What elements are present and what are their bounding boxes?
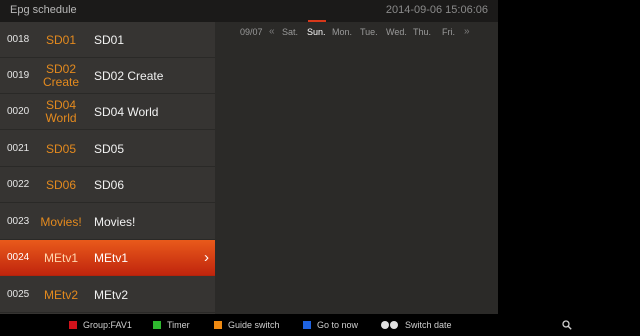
channel-number: 0025	[7, 289, 30, 300]
channel-name: MEtv1	[94, 251, 129, 265]
prev-day-arrow-icon[interactable]: «	[269, 26, 275, 37]
epg-grid: 09/07 « Sat. Sun. Mon. Tue. Wed. Thu. Fr…	[215, 20, 498, 314]
search-icon[interactable]	[562, 320, 572, 330]
channel-short-name: SD02 Create	[42, 62, 80, 89]
epg-screen: Epg schedule 2014-09-06 15:06:06 0018 SD…	[0, 0, 498, 336]
channel-name: MEtv2	[94, 288, 129, 302]
channel-number: 0020	[7, 106, 30, 117]
day-tab-mon[interactable]: Mon.	[332, 27, 352, 37]
channel-row[interactable]: 0020 SD04 World SD04 World	[0, 94, 215, 130]
channel-name: SD05	[94, 142, 125, 156]
legend-blue-label: Go to now	[317, 320, 359, 330]
legend-red-label: Group:FAV1	[83, 320, 132, 330]
channel-number: 0019	[7, 70, 30, 81]
channel-row[interactable]: 0021 SD05 SD05	[0, 131, 215, 167]
datetime-display: 2014-09-06 15:06:06	[385, 4, 488, 16]
date-navigation: 09/07 « Sat. Sun. Mon. Tue. Wed. Thu. Fr…	[215, 22, 498, 42]
letterbox	[498, 0, 640, 336]
channel-name: SD06	[94, 178, 125, 192]
green-key-icon	[153, 321, 161, 329]
channel-name: Movies!	[94, 215, 136, 229]
channel-number: 0023	[7, 216, 30, 227]
channel-short-name: Movies!	[40, 214, 82, 229]
next-day-arrow-icon[interactable]: »	[464, 26, 470, 37]
channel-number: 0018	[7, 34, 30, 45]
channel-number: 0021	[7, 143, 30, 154]
channel-short-name: MEtv1	[43, 250, 78, 265]
channel-row[interactable]: 0023 Movies! Movies!	[0, 204, 215, 240]
day-tab-sat[interactable]: Sat.	[282, 27, 298, 37]
red-key-icon	[69, 321, 77, 329]
channel-short-name: SD04 World	[45, 98, 77, 125]
legend-yellow-label: Guide switch	[228, 320, 280, 330]
legend-red[interactable]: Group:FAV1	[69, 314, 132, 336]
day-tab-tue[interactable]: Tue.	[360, 27, 378, 37]
day-tab-thu[interactable]: Thu.	[413, 27, 431, 37]
channel-name: SD01	[94, 33, 125, 47]
current-date: 09/07	[240, 27, 263, 37]
channel-short-name: SD06	[45, 177, 77, 192]
switch-date-icon	[381, 321, 399, 329]
day-tab-fri[interactable]: Fri.	[442, 27, 455, 37]
channel-short-name: SD05	[45, 141, 77, 156]
channel-row[interactable]: 0018 SD01 SD01	[0, 22, 215, 58]
channel-name: SD04 World	[94, 105, 159, 119]
channel-name: SD02 Create	[94, 69, 164, 83]
legend-green-label: Timer	[167, 320, 190, 330]
channel-number: 0022	[7, 179, 30, 190]
legend-switch-label: Switch date	[405, 320, 452, 330]
channel-row[interactable]: 0022 SD06 SD06	[0, 167, 215, 203]
channel-number: 0024	[7, 252, 30, 263]
legend-green[interactable]: Timer	[153, 314, 190, 336]
blue-key-icon	[303, 321, 311, 329]
yellow-key-icon	[214, 321, 222, 329]
channel-row[interactable]: 0019 SD02 Create SD02 Create	[0, 58, 215, 94]
channel-short-name: SD01	[45, 32, 77, 47]
day-tab-sun[interactable]: Sun.	[307, 27, 326, 37]
legend-yellow[interactable]: Guide switch	[214, 314, 280, 336]
channel-short-name: MEtv2	[43, 287, 78, 302]
chevron-right-icon[interactable]: ›	[204, 240, 209, 276]
day-tab-wed[interactable]: Wed.	[386, 27, 407, 37]
channel-row-selected[interactable]: 0024 MEtv1 MEtv1 ›	[0, 240, 215, 276]
channel-list[interactable]: 0018 SD01 SD01 0019 SD02 Create SD02 Cre…	[0, 22, 215, 314]
page-title: Epg schedule	[10, 4, 77, 16]
key-legend-bar: Group:FAV1 Timer Guide switch Go to now …	[0, 314, 640, 336]
legend-blue[interactable]: Go to now	[303, 314, 358, 336]
title-bar: Epg schedule 2014-09-06 15:06:06	[0, 0, 498, 22]
channel-row[interactable]: 0025 MEtv2 MEtv2	[0, 277, 215, 313]
legend-switch[interactable]: Switch date	[381, 314, 452, 336]
